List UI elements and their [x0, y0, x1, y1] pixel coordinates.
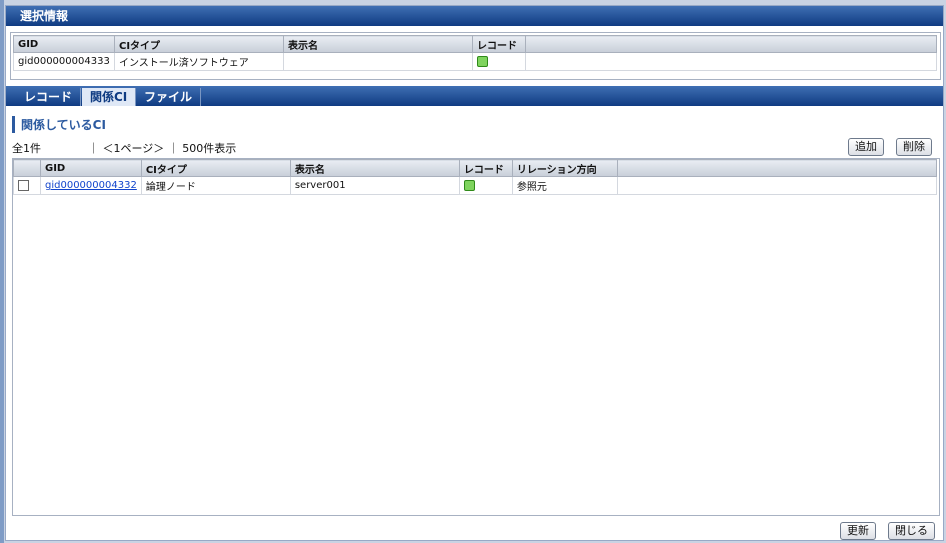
selection-title: 選択情報	[20, 9, 69, 23]
col-display-name: 表示名	[283, 35, 473, 53]
row-display-name	[283, 52, 473, 71]
row-display-name: server001	[289, 176, 460, 195]
result-count: 全1件	[12, 142, 41, 155]
col-gid: GID	[40, 159, 142, 177]
row-checkbox[interactable]	[18, 179, 29, 191]
row-record	[472, 52, 526, 71]
close-button[interactable]: 閉じる	[888, 522, 935, 540]
tab-related-ci[interactable]: 関係CI	[82, 88, 137, 106]
table-row: gid000000004333 インストール済ソフトウェア	[13, 52, 937, 71]
col-relation-direction: リレーション方向	[511, 159, 618, 177]
table-row: gid000000004332 論理ノード server001 参照元	[13, 176, 938, 195]
delete-button[interactable]: 削除	[896, 138, 932, 156]
row-gid: gid000000004333	[13, 52, 115, 71]
related-table: GID CIタイプ 表示名 レコード リレーション方向 gid000000004…	[13, 159, 938, 195]
row-direction: 参照元	[511, 176, 618, 195]
col-record: レコード	[458, 159, 513, 177]
related-header-row: GID CIタイプ 表示名 レコード リレーション方向	[13, 159, 938, 177]
main-panel: 選択情報 GID CIタイプ 表示名 レコード gid000000004333 …	[5, 5, 944, 541]
selection-table-box: GID CIタイプ 表示名 レコード gid000000004333 インストー…	[10, 32, 941, 80]
record-icon[interactable]	[463, 179, 475, 191]
selection-header-row: GID CIタイプ 表示名 レコード	[13, 35, 937, 53]
gid-link[interactable]: gid000000004332	[45, 180, 137, 191]
col-display-name: 表示名	[289, 159, 460, 177]
record-icon[interactable]	[477, 55, 488, 67]
add-button[interactable]: 追加	[848, 138, 884, 156]
page-info[interactable]: ｜ ＜1ページ＞ ｜ 500件表示	[88, 142, 236, 155]
tab-record[interactable]: レコード	[16, 88, 82, 106]
row-ci-type: インストール済ソフトウェア	[114, 52, 284, 71]
col-record: レコード	[472, 35, 526, 53]
related-table-box: GID CIタイプ 表示名 レコード リレーション方向 gid000000004…	[12, 158, 940, 516]
related-title: 関係しているCI	[12, 116, 106, 133]
selection-header: 選択情報	[6, 6, 943, 26]
col-ci-type: CIタイプ	[140, 159, 291, 177]
col-ci-type: CIタイプ	[114, 35, 284, 53]
tab-content: 関係しているCI 全1件 ｜ ＜1ページ＞ ｜ 500件表示 追加 削除 GID…	[6, 106, 943, 540]
window-left-edge	[0, 0, 4, 543]
col-gid: GID	[13, 35, 115, 53]
pager: 全1件 ｜ ＜1ページ＞ ｜ 500件表示	[12, 140, 236, 156]
selection-table: GID CIタイプ 表示名 レコード gid000000004333 インストー…	[13, 35, 937, 71]
row-ci-type: 論理ノード	[140, 176, 291, 195]
col-spacer	[525, 35, 937, 53]
tab-bar: レコード 関係CI ファイル	[6, 86, 943, 106]
tab-file[interactable]: ファイル	[136, 88, 202, 106]
refresh-button[interactable]: 更新	[840, 522, 876, 540]
